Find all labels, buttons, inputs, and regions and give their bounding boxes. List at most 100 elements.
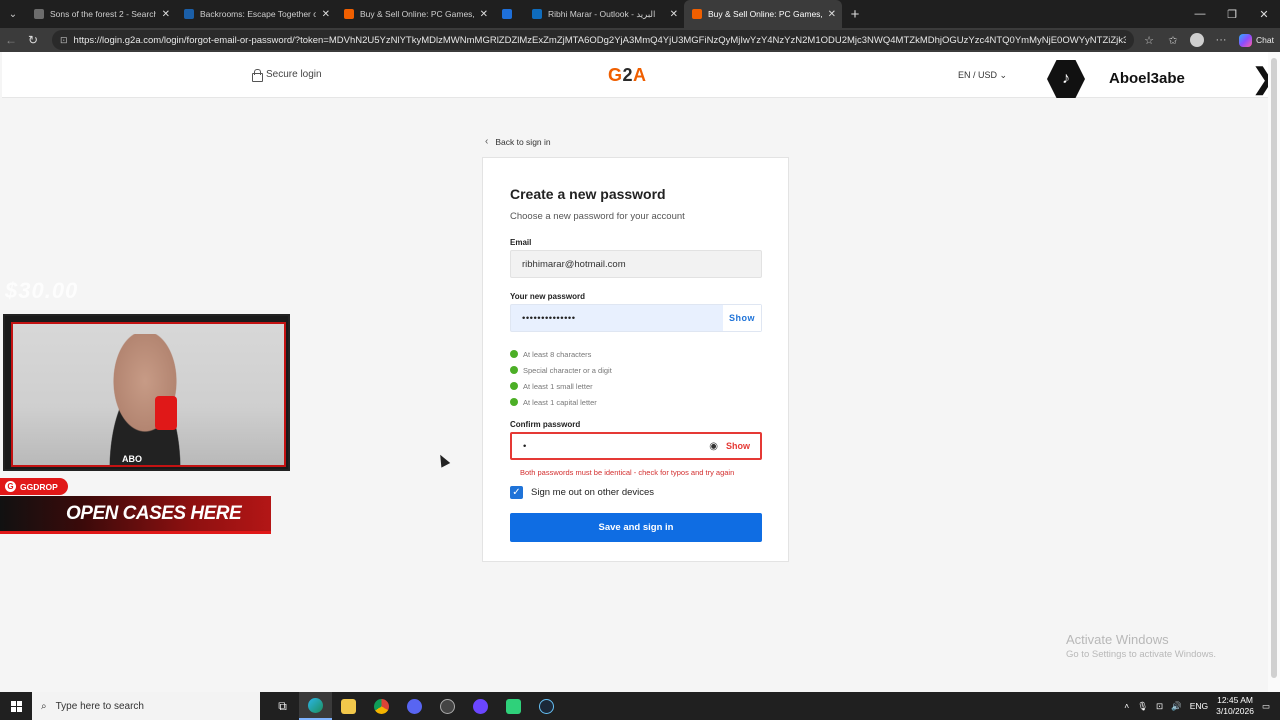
windows-taskbar: ⌕ Type here to search ⧉ ˄ 🎙 ⊡ 🔊 ENG 12:4…	[0, 692, 1280, 720]
favorite-star-icon[interactable]: ☆	[1137, 34, 1161, 47]
microphone-icon[interactable]: 🎙	[1137, 701, 1148, 712]
check-dot-icon	[510, 398, 518, 406]
chrome-icon[interactable]	[365, 692, 398, 720]
volume-icon[interactable]: 🔊	[1171, 701, 1182, 712]
url-input[interactable]: ⊡ https://login.g2a.com/login/forgot-ema…	[52, 30, 1134, 50]
back-arrow-icon[interactable]: ←	[0, 33, 22, 47]
task-view-icon[interactable]: ⧉	[266, 692, 299, 720]
close-icon[interactable]: ✕	[670, 9, 678, 20]
site-header: Secure login G2A EN / USD ⌄ ♪ Aboel3abe …	[2, 52, 1268, 98]
close-window-icon[interactable]: ✕	[1248, 0, 1280, 28]
file-explorer-icon[interactable]	[332, 692, 365, 720]
taskbar-search-box[interactable]: ⌕ Type here to search	[32, 692, 260, 720]
show-password-button[interactable]: Show	[723, 305, 761, 331]
app-icon[interactable]	[497, 692, 530, 720]
rule-text: At least 1 small letter	[523, 381, 593, 391]
back-to-sign-in-link[interactable]: ‹ Back to sign in	[485, 136, 551, 147]
scrollbar-thumb[interactable]	[1271, 58, 1277, 678]
app-icon[interactable]	[464, 692, 497, 720]
app-favicon-icon	[502, 9, 512, 19]
taskbar-apps: ⧉	[266, 692, 563, 720]
minimize-icon[interactable]: —	[1184, 0, 1216, 28]
tab-g2a-1[interactable]: Buy & Sell Online: PC Games, Soft ✕	[336, 0, 494, 28]
notification-icon[interactable]: ▭	[1262, 701, 1270, 712]
steam-icon	[184, 9, 194, 19]
window-controls: — ❐ ✕	[1184, 0, 1280, 28]
eye-icon[interactable]: ◉	[709, 441, 718, 452]
restore-icon[interactable]: ❐	[1216, 0, 1248, 28]
watermark-subtitle: Go to Settings to activate Windows.	[1066, 649, 1216, 660]
new-password-field[interactable]: •••••••••••••• Show	[510, 304, 762, 332]
watermark-title: Activate Windows	[1066, 632, 1169, 647]
tab-bing-search[interactable]: Sons of the forest 2 - Search ✕	[26, 0, 176, 28]
tab-actions-menu[interactable]: ⌄	[0, 0, 26, 28]
checkbox-label: Sign me out on other devices	[531, 487, 655, 498]
tab-g2a-active[interactable]: Buy & Sell Online: PC Games, Soft ✕	[684, 0, 842, 28]
search-icon: ⌕	[41, 700, 47, 712]
app-icon[interactable]	[398, 692, 431, 720]
reset-password-card: Create a new password Choose a new passw…	[482, 157, 789, 562]
password-rule: Special character or a digit	[510, 362, 612, 378]
open-cases-banner: OPEN CASES HERE	[0, 496, 271, 534]
copilot-chat-button[interactable]: Chat	[1233, 33, 1280, 47]
profile-avatar[interactable]	[1190, 33, 1205, 47]
password-rule: At least 1 small letter	[510, 378, 612, 394]
show-confirm-button[interactable]: Show	[726, 441, 750, 451]
refresh-icon[interactable]: ↻	[22, 33, 44, 47]
save-and-sign-in-button[interactable]: Save and sign in	[510, 513, 762, 542]
language-currency-label: EN / USD	[958, 70, 998, 80]
password-rule: At least 8 characters	[510, 346, 612, 362]
input-language[interactable]: ENG	[1190, 701, 1208, 711]
close-icon[interactable]: ✕	[162, 9, 170, 20]
logo-letter: 2	[622, 65, 634, 85]
tab-outlook[interactable]: Ribhi Marar - Outlook - البريد ✕	[524, 0, 684, 28]
favorites-icon[interactable]: ✩	[1161, 34, 1185, 47]
site-info-icon[interactable]: ⊡	[60, 35, 68, 46]
close-icon[interactable]: ✕	[828, 9, 836, 20]
tab-title: Sons of the forest 2 - Search	[50, 9, 156, 19]
lock-icon	[252, 69, 263, 82]
taskbar-clock[interactable]: 12:45 AM 3/10/2026	[1216, 695, 1254, 717]
address-bar: ← ↻ ⊡ https://login.g2a.com/login/forgot…	[0, 28, 1280, 52]
save-button-label: Save and sign in	[598, 522, 674, 533]
rule-text: At least 8 characters	[523, 349, 592, 359]
tab-pinned[interactable]	[494, 0, 524, 28]
more-menu-icon[interactable]: ···	[1209, 34, 1233, 46]
email-value: ribhimarar@hotmail.com	[522, 258, 626, 270]
g2a-logo[interactable]: G2A	[608, 65, 647, 86]
new-password-label: Your new password	[510, 292, 585, 301]
chat-label: Chat	[1256, 35, 1274, 45]
close-icon[interactable]: ✕	[322, 9, 330, 20]
clock-date: 3/10/2026	[1216, 706, 1254, 716]
browser-toolbar-right: ☆ ✩ ··· Chat	[1137, 28, 1280, 52]
chevron-right-icon: ❯	[1252, 62, 1268, 95]
back-link-label: Back to sign in	[495, 136, 551, 147]
copilot-icon	[1239, 33, 1253, 47]
network-icon[interactable]: ⊡	[1156, 701, 1163, 712]
steam-icon[interactable]	[530, 692, 563, 720]
g2a-favicon-icon	[344, 9, 354, 19]
ggdrop-logo-icon: G	[5, 481, 16, 492]
new-tab-button[interactable]: +	[842, 6, 868, 23]
edge-browser-icon[interactable]	[299, 692, 332, 720]
confirm-password-label: Confirm password	[510, 420, 581, 429]
tab-title: Ribhi Marar - Outlook - البريد	[548, 8, 656, 19]
chevron-up-icon[interactable]: ˄	[1124, 701, 1129, 711]
g2a-favicon-icon	[692, 9, 702, 19]
secure-login-indicator: Secure login	[252, 69, 322, 82]
email-field[interactable]: ribhimarar@hotmail.com	[510, 250, 762, 278]
language-currency-selector[interactable]: EN / USD ⌄	[958, 70, 1007, 81]
start-button[interactable]	[0, 692, 32, 720]
page-scrollbar[interactable]	[1268, 52, 1280, 692]
tab-steam-backrooms[interactable]: Backrooms: Escape Together on St ✕	[176, 0, 336, 28]
rule-text: Special character or a digit	[523, 365, 612, 375]
page-title: Create a new password	[510, 186, 666, 202]
confirm-password-field[interactable]: • ◉ Show	[510, 432, 762, 460]
check-dot-icon	[510, 350, 518, 358]
close-icon[interactable]: ✕	[480, 9, 488, 20]
checkmark-icon[interactable]: ✓	[510, 486, 523, 499]
tiktok-icon: ♪	[1047, 60, 1085, 98]
browser-tab-bar: ⌄ Sons of the forest 2 - Search ✕ Backro…	[0, 0, 1280, 28]
sign-out-other-devices-checkbox[interactable]: ✓ Sign me out on other devices	[510, 486, 654, 499]
app-icon[interactable]	[431, 692, 464, 720]
